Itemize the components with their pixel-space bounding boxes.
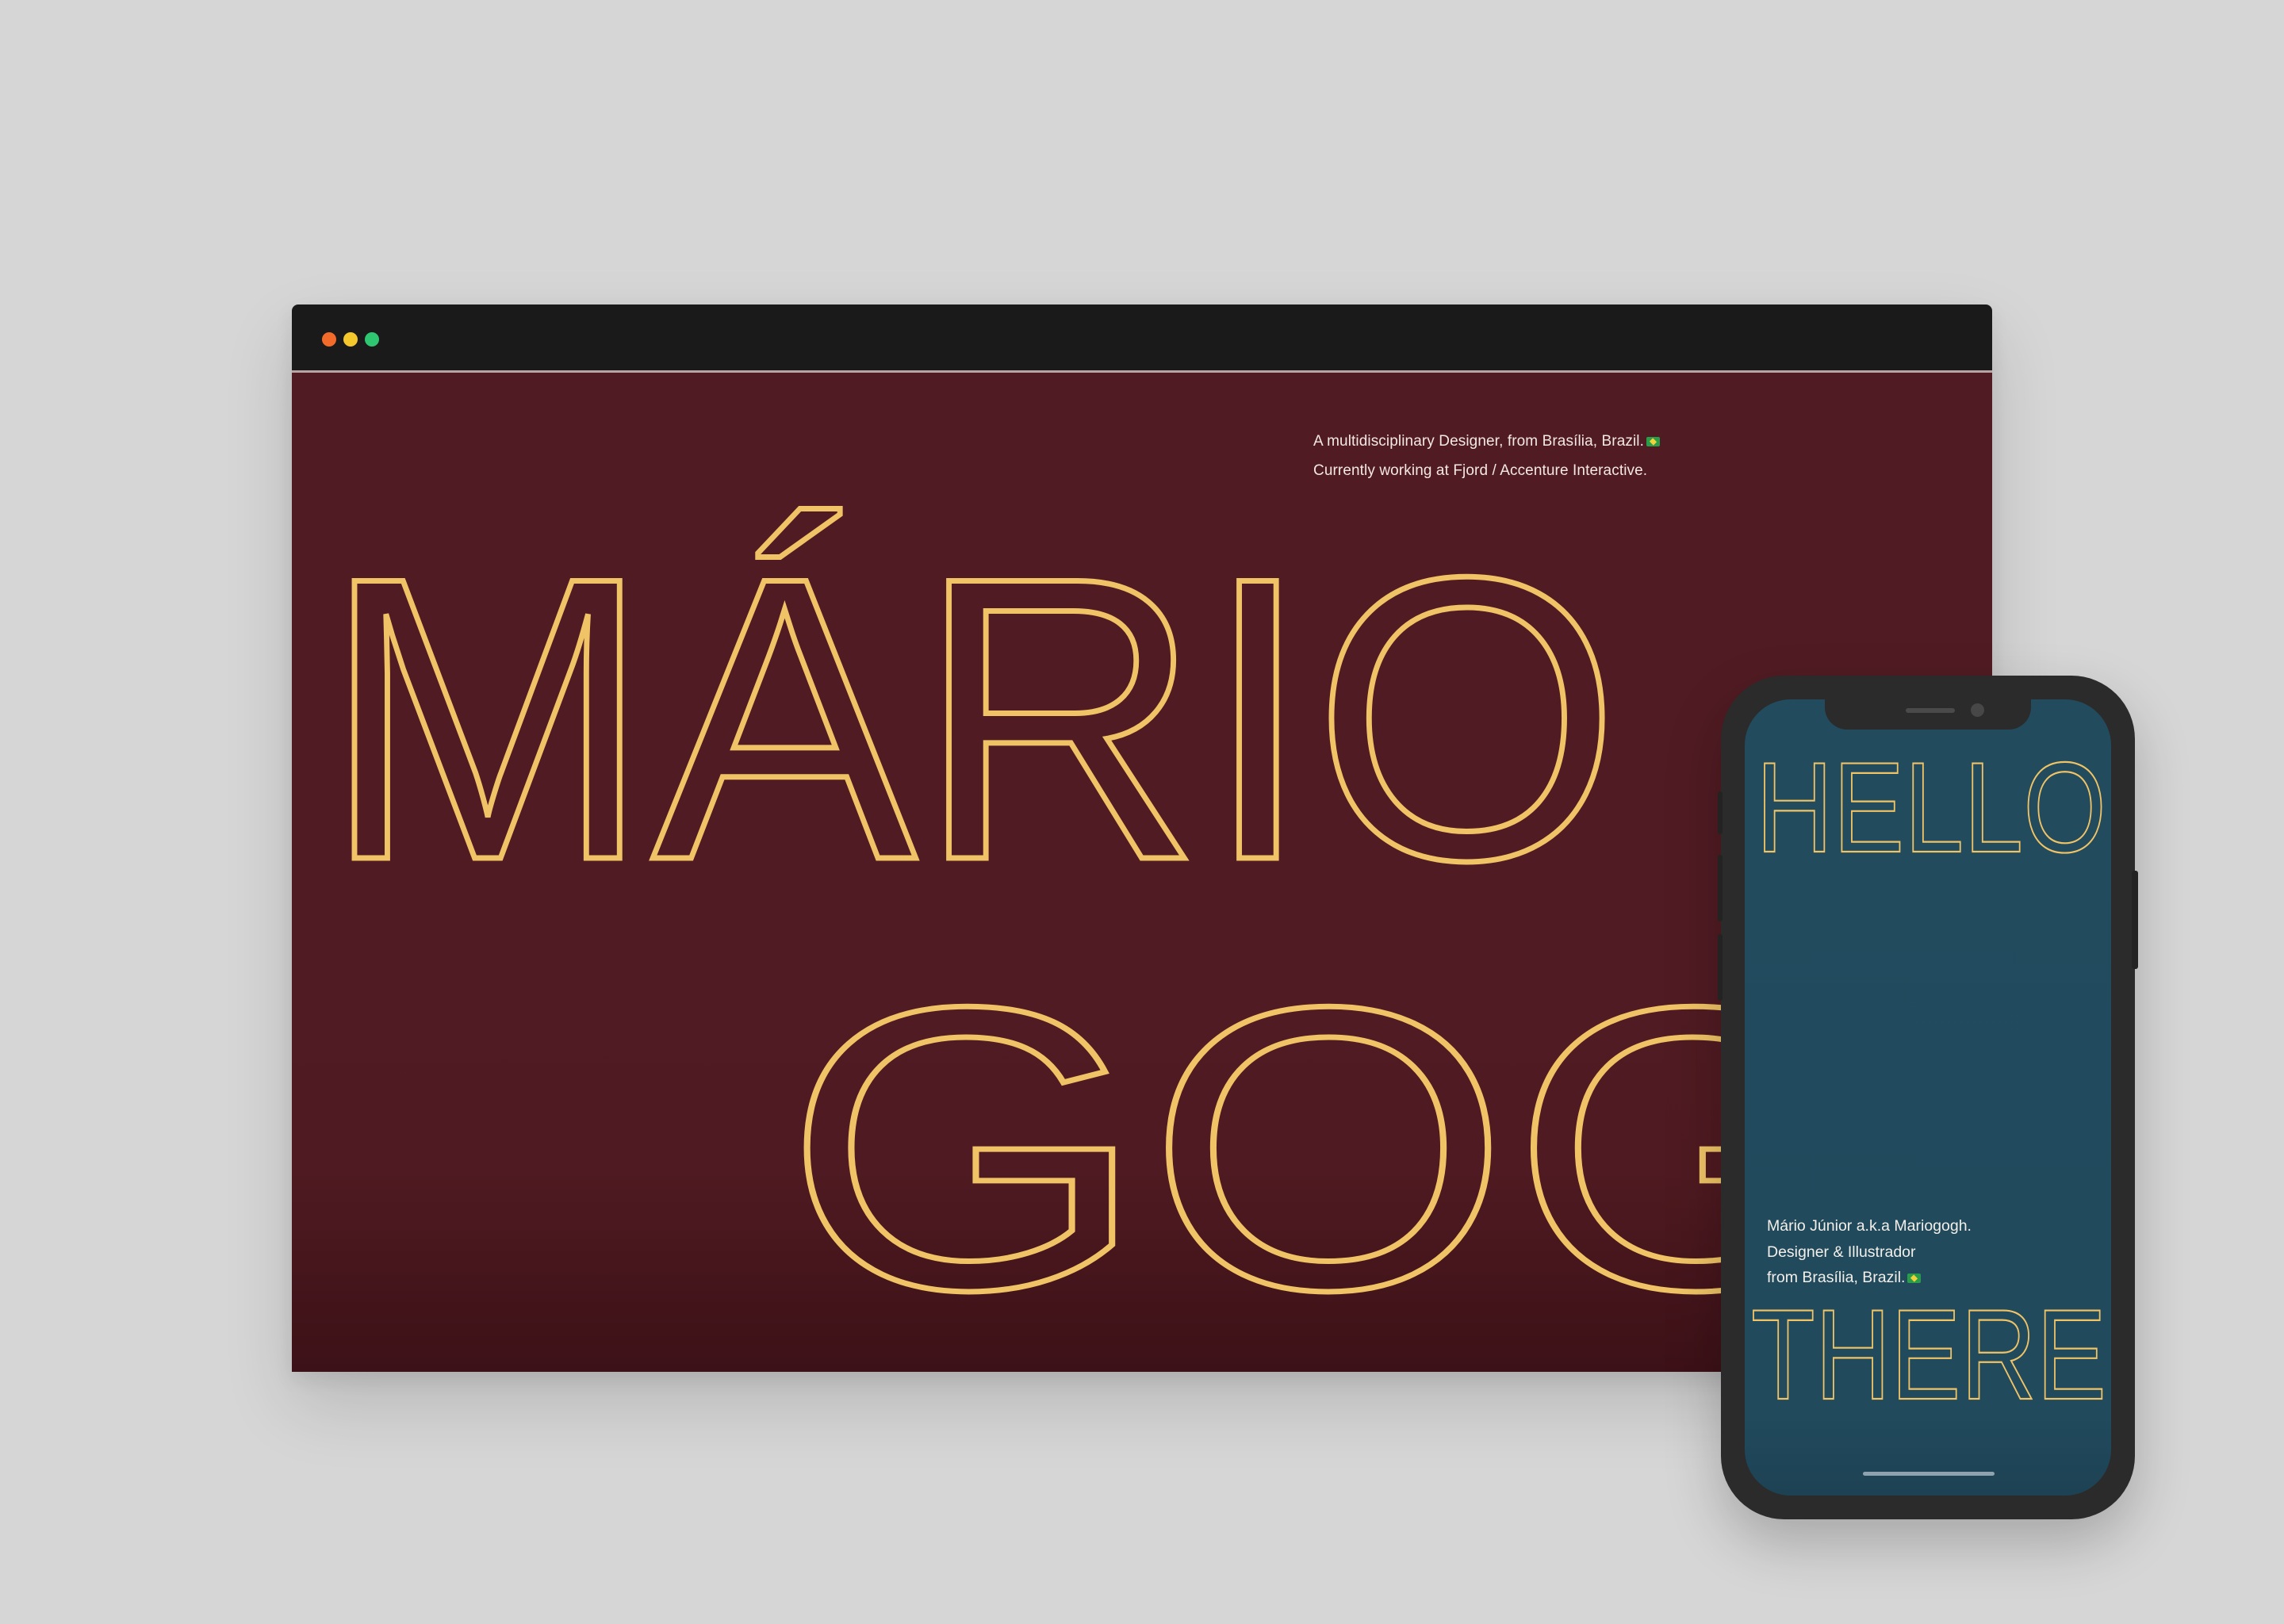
maximize-dot-icon[interactable] xyxy=(365,332,379,347)
phone-headline-there: THERE xyxy=(1751,1283,2106,1427)
bio-line-location: from Brasília, Brazil. xyxy=(1767,1265,1972,1291)
phone-headline-hello: HELLO xyxy=(1756,736,2106,879)
brazil-flag-icon xyxy=(1907,1274,1922,1283)
home-indicator-bar[interactable] xyxy=(1863,1472,1995,1476)
phone-power-button xyxy=(2132,871,2138,969)
mobile-phone-mockup: HELLO THERE Mário Júnior a.k.a Mariogogh… xyxy=(1718,676,2138,1519)
phone-headlines: HELLO THERE xyxy=(1750,735,2107,1427)
phone-mute-switch xyxy=(1718,791,1723,834)
speaker-grille xyxy=(1906,708,1955,713)
minimize-dot-icon[interactable] xyxy=(343,332,358,347)
close-dot-icon[interactable] xyxy=(322,332,336,347)
phone-notch xyxy=(1825,699,2031,730)
phone-screen: HELLO THERE Mário Júnior a.k.a Mariogogh… xyxy=(1745,699,2111,1496)
front-camera-icon xyxy=(1971,703,1984,717)
bio-line-name: Mário Júnior a.k.a Mariogogh. xyxy=(1767,1217,1972,1235)
bio-line-role: Designer & Illustrador xyxy=(1767,1243,1916,1261)
phone-volume-up-button xyxy=(1718,855,1723,921)
hero-first-name: MÁRIO xyxy=(322,493,1621,944)
phone-bio-text: Mário Júnior a.k.a Mariogogh. Designer &… xyxy=(1767,1213,1972,1291)
browser-title-bar xyxy=(292,304,1992,373)
phone-volume-down-button xyxy=(1718,934,1723,1001)
